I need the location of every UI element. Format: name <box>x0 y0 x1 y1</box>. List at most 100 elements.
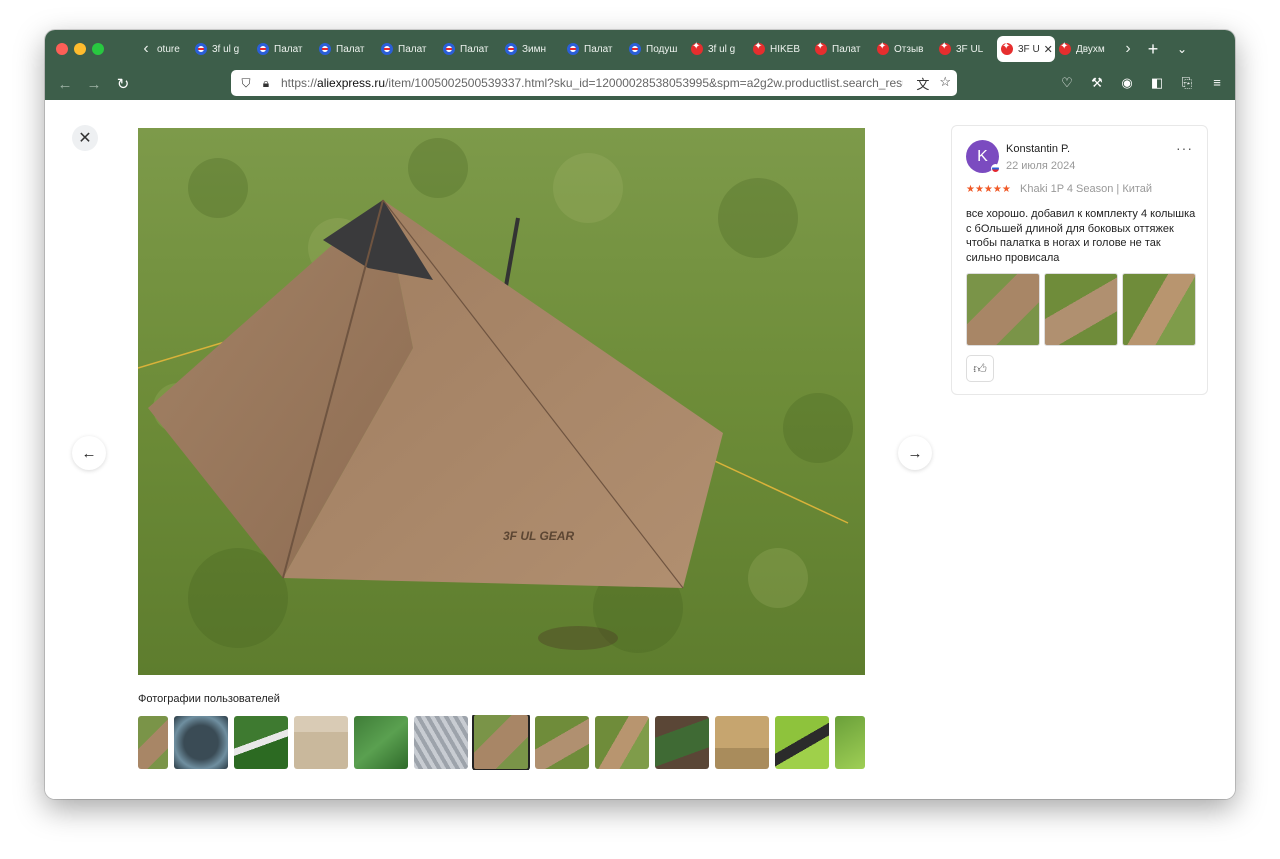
photo-thumbnail[interactable] <box>655 716 709 769</box>
zoom-window-button[interactable] <box>92 43 104 55</box>
list-tabs-icon[interactable]: ⌄ <box>1167 42 1197 56</box>
tab-label: Палат <box>460 43 489 55</box>
close-tab-icon[interactable]: ✕ <box>1044 43 1053 56</box>
tab-label: 3f ul g <box>708 43 736 55</box>
gallery-title: Фотографии пользователей <box>138 693 280 705</box>
previous-photo-button[interactable]: ← <box>72 436 106 470</box>
tab[interactable]: 3F UL <box>935 36 997 62</box>
photo-thumbnail[interactable] <box>595 716 649 769</box>
ozon-favicon-icon <box>381 43 393 55</box>
photo-thumbnail[interactable] <box>354 716 408 769</box>
tent-photo-image: 3F UL GEAR <box>138 128 865 675</box>
menu-icon[interactable]: ≡ <box>1209 75 1225 91</box>
ozon-favicon-icon <box>567 43 579 55</box>
tab-label: 3f ul g <box>212 43 240 55</box>
tab[interactable]: Палат <box>377 36 439 62</box>
aliexpress-favicon-icon <box>939 41 951 55</box>
tab[interactable]: 3f ul g <box>191 36 253 62</box>
tab-label: Подуш <box>646 43 678 55</box>
forward-icon[interactable]: → <box>83 73 105 95</box>
photo-thumbnail[interactable] <box>138 716 168 769</box>
ozon-favicon-icon <box>257 43 269 55</box>
tab[interactable]: HIKEB <box>749 36 811 62</box>
rating-stars-icon: ★★★★★ <box>966 184 1011 195</box>
photo-thumbnail[interactable] <box>535 716 589 769</box>
review-photo-thumbnail[interactable] <box>966 273 1040 346</box>
extensions-icon[interactable]: ⎘ <box>1179 75 1195 91</box>
review-variant: Khaki 1P 4 Season | Китай <box>1020 183 1153 195</box>
tab[interactable]: oture <box>157 36 191 62</box>
pocket-icon[interactable]: ♡ <box>1059 75 1075 91</box>
review-photo-viewer: ✕ 3F UL GEAR ← → Фотографии пользователе… <box>45 100 1235 799</box>
back-icon[interactable]: ← <box>54 73 76 95</box>
tab[interactable]: Палат <box>811 36 873 62</box>
photo-thumbnail-active[interactable] <box>472 715 530 770</box>
tab[interactable]: Зимн <box>501 36 563 62</box>
tab-active[interactable]: 3F U ✕ <box>997 36 1055 62</box>
tab[interactable]: Палат <box>439 36 501 62</box>
review-author: Konstantin P. <box>1006 143 1071 155</box>
ozon-favicon-icon <box>195 43 207 55</box>
url-path: /item/1005002500539337.html?sku_id=12000… <box>385 76 903 90</box>
url-domain: aliexpress.ru <box>317 76 386 90</box>
navigation-bar: ← → ↻ ⛉ 🔒︎ https://aliexpress.ru/item/10… <box>45 67 1235 100</box>
translate-icon[interactable]: 文 <box>916 74 929 93</box>
ozon-favicon-icon <box>629 43 641 55</box>
review-photo-thumbnail[interactable] <box>1044 273 1118 346</box>
thumbnail-strip <box>138 715 865 770</box>
photo-thumbnail[interactable] <box>835 716 865 769</box>
account-icon[interactable]: ◉ <box>1119 75 1135 91</box>
photo-thumbnail[interactable] <box>715 716 769 769</box>
russia-flag-icon <box>991 164 1000 173</box>
ozon-favicon-icon <box>505 43 517 55</box>
tab-strip: ‹ oture 3f ul g Палат Палат Палат Палат … <box>135 36 1197 62</box>
review-card: K Konstantin P. 22 июля 2024 ··· ★★★★★ K… <box>951 125 1208 395</box>
like-button[interactable]: 👍︎ <box>966 355 994 382</box>
new-tab-icon[interactable]: + <box>1139 39 1167 60</box>
tabs-scroll-left-icon[interactable]: ‹ <box>135 36 157 62</box>
aliexpress-favicon-icon <box>691 41 703 55</box>
lock-icon[interactable]: 🔒︎ <box>257 74 275 92</box>
tab-label: HIKEB <box>770 43 801 55</box>
tab-label: oture <box>157 43 180 55</box>
more-options-icon[interactable]: ··· <box>1176 140 1193 156</box>
review-date: 22 июля 2024 <box>1006 160 1076 172</box>
shield-icon[interactable]: ⛉ <box>237 74 255 92</box>
tabs-scroll-right-icon[interactable]: › <box>1117 36 1139 62</box>
photo-thumbnail[interactable] <box>174 716 228 769</box>
wrench-icon[interactable]: ⚒ <box>1089 75 1105 91</box>
tab-label: Палат <box>398 43 427 55</box>
url-bar[interactable]: ⛉ 🔒︎ https://aliexpress.ru/item/10050025… <box>231 70 957 96</box>
bookmark-star-icon[interactable]: ☆ <box>939 74 951 93</box>
next-photo-button[interactable]: → <box>898 436 932 470</box>
review-text: все хорошо. добавил к комплекту 4 колышк… <box>966 208 1196 264</box>
browser-window: ‹ oture 3f ul g Палат Палат Палат Палат … <box>45 30 1235 799</box>
photo-thumbnail[interactable] <box>294 716 348 769</box>
photo-thumbnail[interactable] <box>234 716 288 769</box>
photo-thumbnail[interactable] <box>775 716 829 769</box>
minimize-window-button[interactable] <box>74 43 86 55</box>
tab[interactable]: Двухм <box>1055 36 1117 62</box>
privacy-shield-icon[interactable]: ◧ <box>1149 75 1165 91</box>
url-text[interactable]: https://aliexpress.ru/item/1005002500539… <box>281 76 903 90</box>
tab[interactable]: Отзыв <box>873 36 935 62</box>
tab-label: Двухм <box>1076 43 1105 55</box>
tab[interactable]: Палат <box>563 36 625 62</box>
tab[interactable]: Подуш <box>625 36 687 62</box>
aliexpress-favicon-icon <box>1001 41 1013 55</box>
tab[interactable]: Палат <box>315 36 377 62</box>
close-window-button[interactable] <box>56 43 68 55</box>
reload-icon[interactable]: ↻ <box>112 73 134 95</box>
review-photo-thumbnail[interactable] <box>1122 273 1196 346</box>
aliexpress-favicon-icon <box>753 41 765 55</box>
tab[interactable]: Палат <box>253 36 315 62</box>
title-bar: ‹ oture 3f ul g Палат Палат Палат Палат … <box>45 30 1235 67</box>
tab[interactable]: 3f ul g <box>687 36 749 62</box>
tab-label: Отзыв <box>894 43 924 55</box>
ozon-favicon-icon <box>443 43 455 55</box>
tab-label: Палат <box>832 43 861 55</box>
arrow-left-icon: ← <box>81 444 97 462</box>
tab-label: Палат <box>274 43 303 55</box>
close-viewer-button[interactable]: ✕ <box>72 125 98 151</box>
photo-thumbnail[interactable] <box>414 716 468 769</box>
